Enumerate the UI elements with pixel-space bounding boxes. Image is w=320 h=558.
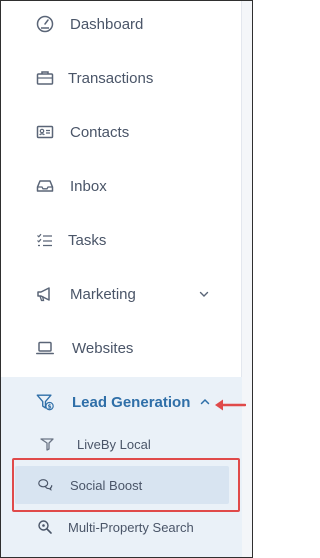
sidebar-item-label: Marketing xyxy=(70,285,136,303)
chevron-up-icon[interactable] xyxy=(198,395,212,409)
sidebar-item-marketing[interactable]: Marketing xyxy=(1,267,242,321)
annotation-highlight-box xyxy=(12,458,240,512)
sidebar-item-websites[interactable]: Websites xyxy=(1,321,242,375)
sidebar-item-label: Inbox xyxy=(70,177,107,195)
checklist-icon xyxy=(35,230,55,250)
sidebar-item-label: Transactions xyxy=(68,69,154,87)
sidebar-item-label: Lead Generation xyxy=(72,393,191,411)
annotation-arrow-icon xyxy=(215,399,246,411)
sidebar-item-lead-generation[interactable]: $ Lead Generation xyxy=(1,375,242,429)
inbox-tray-icon xyxy=(35,176,55,196)
sidebar-item-label: LiveBy Local xyxy=(77,436,151,452)
megaphone-icon xyxy=(35,284,55,304)
sidebar-item-contacts[interactable]: Contacts xyxy=(1,105,242,159)
sidebar-subitem-multi-property-search[interactable]: Multi-Property Search xyxy=(1,508,242,546)
sidebar-item-label: Multi-Property Search xyxy=(68,519,194,535)
liveby-logo-icon xyxy=(39,436,55,452)
sidebar-item-label: Tasks xyxy=(68,231,107,249)
sidebar-item-tasks[interactable]: Tasks xyxy=(1,213,242,267)
search-magnifier-icon xyxy=(37,519,53,535)
sidebar-item-label: Dashboard xyxy=(70,15,144,33)
chevron-down-icon[interactable] xyxy=(197,287,211,301)
contact-card-icon xyxy=(35,122,55,142)
sidebar-item-transactions[interactable]: Transactions xyxy=(1,51,242,105)
sidebar-item-label: Websites xyxy=(72,339,134,357)
briefcase-icon xyxy=(35,68,55,88)
svg-text:$: $ xyxy=(47,404,51,410)
sidebar-scroll-strip xyxy=(241,1,252,557)
sidebar-item-inbox[interactable]: Inbox xyxy=(1,159,242,213)
laptop-icon xyxy=(35,338,55,358)
sidebar-frame: Dashboard Transactions Contacts Inbox Ta… xyxy=(0,0,253,558)
dashboard-gauge-icon xyxy=(35,14,55,34)
sidebar-item-dashboard[interactable]: Dashboard xyxy=(1,1,242,51)
sidebar-item-label: Contacts xyxy=(70,123,130,141)
funnel-dollar-icon: $ xyxy=(35,392,55,412)
